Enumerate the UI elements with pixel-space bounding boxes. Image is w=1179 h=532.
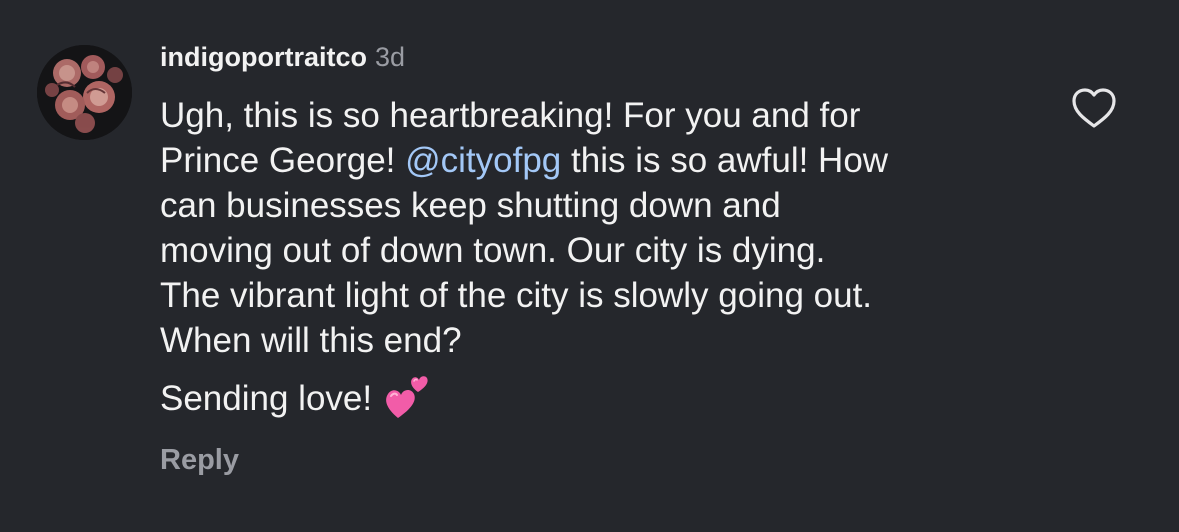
comment-line: Ugh, this is so heartbreaking! For you a… bbox=[160, 96, 861, 135]
sign-off-line: Sending love! bbox=[160, 374, 432, 422]
comment-text-segment: this is so awful! How bbox=[561, 141, 889, 180]
timestamp: 3d bbox=[374, 42, 406, 72]
avatar[interactable] bbox=[37, 45, 132, 140]
heart-outline-icon[interactable] bbox=[1069, 86, 1119, 131]
sign-off-text: Sending love! bbox=[160, 378, 373, 418]
flowers-avatar-icon bbox=[37, 45, 132, 140]
reply-button[interactable]: Reply bbox=[160, 444, 239, 477]
comment-line: The vibrant light of the city is slowly … bbox=[160, 276, 873, 315]
comment-text: Ugh, this is so heartbreaking! For you a… bbox=[160, 93, 1040, 363]
comment-text-segment: Prince George! bbox=[160, 141, 406, 180]
username[interactable]: indigoportraitco bbox=[160, 42, 367, 73]
comment: indigoportraitco 3d Ugh, this is so hear… bbox=[0, 0, 1179, 532]
comment-header: indigoportraitco 3d bbox=[160, 42, 405, 82]
comment-line: can businesses keep shutting down and bbox=[160, 186, 781, 225]
mention-link[interactable]: @cityofpg bbox=[405, 141, 561, 180]
comment-line: moving out of down town. Our city is dyi… bbox=[160, 231, 826, 270]
comment-line: When will this end? bbox=[160, 321, 462, 360]
comment-line: Prince George! @cityofpg this is so awfu… bbox=[160, 138, 1040, 183]
two-hearts-icon bbox=[382, 374, 432, 422]
